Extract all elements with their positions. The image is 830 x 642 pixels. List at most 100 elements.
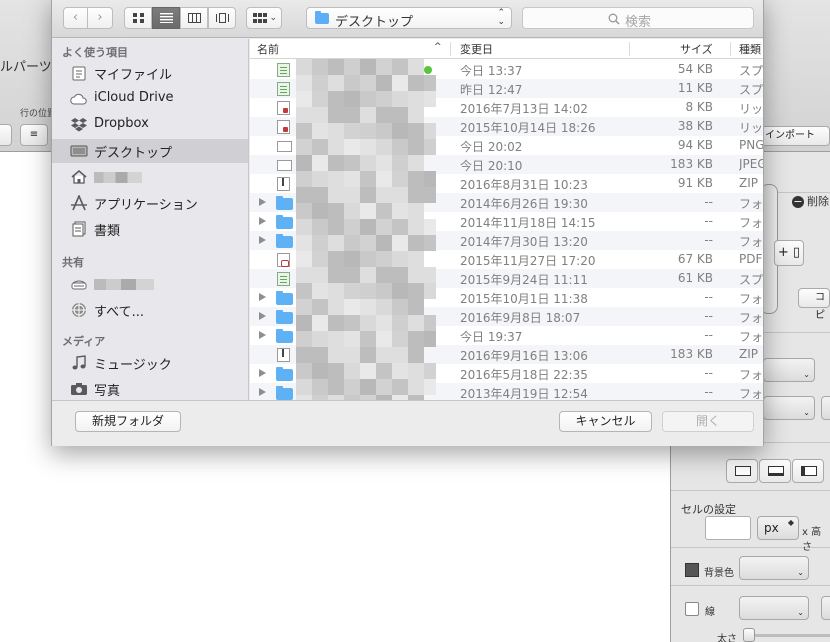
- file-kind: スプ: [739, 83, 763, 97]
- sidebar-item-shared-server[interactable]: [52, 272, 248, 296]
- column-header-name[interactable]: 名前: [257, 41, 279, 57]
- redaction-pixel: [344, 171, 360, 187]
- disclosure-triangle-icon[interactable]: [259, 293, 266, 301]
- sidebar-item-label: 書類: [94, 224, 121, 239]
- column-header-size[interactable]: サイズ: [680, 41, 713, 57]
- column-header-kind[interactable]: 種類: [739, 41, 761, 57]
- sidebar-item-all-network[interactable]: すべて...: [52, 298, 248, 322]
- align-left-button[interactable]: ≡: [20, 124, 48, 146]
- disclosure-triangle-icon[interactable]: [259, 236, 266, 244]
- redaction-pixel: [360, 379, 376, 395]
- copy-button[interactable]: コピ: [798, 288, 830, 321]
- redaction-pixel: [344, 347, 360, 363]
- back-button[interactable]: ‹: [63, 7, 88, 29]
- add-button[interactable]: + ▯: [774, 240, 804, 266]
- disclosure-triangle-icon[interactable]: [259, 312, 266, 320]
- sidebar-item-icloud[interactable]: iCloud Drive: [52, 87, 248, 111]
- redaction-pixel: [376, 219, 392, 235]
- redaction-pixel: [408, 59, 424, 75]
- layout-button-1[interactable]: [726, 459, 758, 483]
- disclosure-triangle-icon[interactable]: [259, 198, 266, 206]
- sidebar-item-label: Dropbox: [94, 116, 149, 131]
- file-size: 38 KB: [677, 119, 713, 133]
- disclosure-triangle-icon[interactable]: [259, 369, 266, 377]
- sidebar: よく使う項目 マイファイル iCloud Drive Dropbox デスクトッ…: [52, 39, 249, 400]
- redaction-pixel: [360, 155, 376, 171]
- redaction-pixel: [392, 75, 408, 91]
- column-divider[interactable]: [730, 42, 731, 56]
- redaction-pixel: [360, 123, 376, 139]
- sidebar-item-desktop[interactable]: デスクトップ: [52, 139, 248, 163]
- import-button[interactable]: インポート: [760, 126, 830, 146]
- music-icon: [72, 355, 86, 370]
- line-color-select[interactable]: [821, 596, 830, 620]
- file-size: --: [704, 366, 713, 380]
- list-view-button[interactable]: [152, 7, 180, 29]
- cell-width-input[interactable]: [705, 516, 751, 540]
- folder-icon: [276, 386, 293, 400]
- redaction-pixel: [424, 219, 436, 235]
- thickness-slider-track[interactable]: [755, 634, 830, 637]
- cancel-button[interactable]: キャンセル: [559, 411, 652, 432]
- redaction-pixel: [360, 59, 376, 75]
- background-color-select[interactable]: ⌄: [739, 556, 809, 580]
- redaction-pixel: [296, 363, 312, 379]
- modified-date: 2014年11月18日 14:15: [460, 216, 596, 230]
- inspector-select[interactable]: ⌄: [763, 396, 815, 420]
- location-popup[interactable]: デスクトップ ⌃ ⌄: [306, 7, 512, 30]
- layout-button-2[interactable]: [759, 459, 791, 483]
- file-kind: JPEG: [739, 157, 763, 171]
- disclosure-triangle-icon[interactable]: [259, 331, 266, 339]
- new-folder-button[interactable]: 新規フォルダ: [75, 411, 181, 432]
- column-header-modified[interactable]: 変更日: [460, 41, 493, 57]
- sidebar-item-dropbox[interactable]: Dropbox: [52, 113, 248, 137]
- redaction-pixel: [424, 187, 436, 203]
- spreadsheet-file-icon: [277, 63, 290, 77]
- sidebar-item-myfiles[interactable]: マイファイル: [52, 61, 248, 85]
- minus-icon: −: [792, 195, 804, 208]
- thickness-slider-thumb[interactable]: [743, 628, 755, 642]
- redaction-pixel: [344, 235, 360, 251]
- chevron-right-icon: ›: [97, 10, 103, 25]
- redaction-pixel: [408, 155, 424, 171]
- sidebar-item-photos[interactable]: 写真: [52, 377, 248, 400]
- redaction-pixel: [424, 379, 436, 395]
- line-style-select[interactable]: ⌄: [739, 596, 809, 620]
- cover-flow-button[interactable]: [208, 7, 236, 29]
- redaction-pixel: [296, 123, 312, 139]
- line-checkbox[interactable]: [685, 602, 699, 616]
- search-field[interactable]: 検索: [522, 7, 754, 30]
- forward-button[interactable]: ›: [88, 7, 113, 29]
- inspector-select[interactable]: ⌄: [763, 358, 815, 382]
- background-color-label: 背景色: [704, 568, 734, 579]
- layout-button-3[interactable]: [792, 459, 824, 483]
- zip-file-icon: [277, 348, 290, 362]
- sidebar-item-applications[interactable]: アプリケーション: [52, 191, 248, 215]
- sidebar-item-documents[interactable]: 書類: [52, 217, 248, 241]
- arrange-button[interactable]: ⌄: [246, 7, 282, 29]
- unit-select[interactable]: px ◆: [757, 516, 799, 540]
- icon-view-button[interactable]: [124, 7, 152, 29]
- delete-button[interactable]: − 削除: [792, 193, 829, 209]
- file-size: --: [704, 214, 713, 228]
- redaction-pixel: [360, 267, 376, 283]
- column-divider[interactable]: [629, 42, 630, 56]
- sort-ascending-icon[interactable]: ^: [434, 42, 442, 52]
- cover-flow-icon: [216, 13, 229, 23]
- column-view-button[interactable]: [180, 7, 208, 29]
- redaction-pixel: [312, 379, 328, 395]
- redaction-pixel: [424, 315, 436, 331]
- inspector-select[interactable]: [821, 396, 830, 420]
- background-color-swatch[interactable]: [685, 563, 699, 577]
- disclosure-triangle-icon[interactable]: [259, 388, 266, 396]
- favorites-heading: よく使う項目: [62, 46, 128, 59]
- background-dropdown-button[interactable]: [0, 124, 12, 146]
- dropbox-icon: [71, 118, 87, 132]
- sidebar-item-home[interactable]: [52, 165, 248, 189]
- disclosure-triangle-icon[interactable]: [259, 217, 266, 225]
- open-button[interactable]: 開く: [662, 411, 754, 432]
- column-divider[interactable]: [450, 42, 451, 56]
- inspector-separator: [671, 585, 830, 586]
- sidebar-item-music[interactable]: ミュージック: [52, 351, 248, 375]
- file-size: 183 KB: [670, 157, 713, 171]
